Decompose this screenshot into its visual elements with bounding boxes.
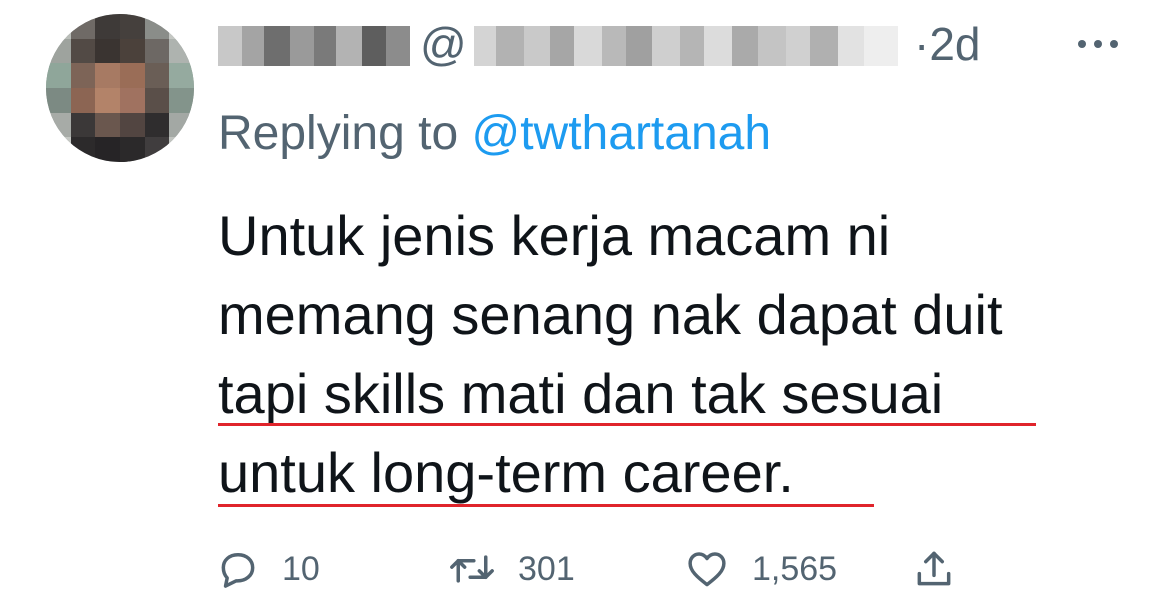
tweet-text-line: tapi skills mati dan tak sesuai <box>218 362 944 425</box>
like-count: 1,565 <box>752 550 838 588</box>
retweet-count: 301 <box>518 550 575 588</box>
tweet-actions-bar: 10 301 1,565 <box>0 541 1170 597</box>
share-button[interactable] <box>912 541 956 597</box>
timestamp[interactable]: ·2d <box>914 14 980 74</box>
tweet-card[interactable]: @ ·2d Replying to @twthartanah Untuk jen… <box>0 0 1170 606</box>
reply-count: 10 <box>282 550 320 588</box>
reply-to-handle-link[interactable]: @twthartanah <box>471 107 771 160</box>
tweet-text: Untuk jenis kerja macam ni memang senang… <box>218 196 1003 512</box>
replying-to-line: Replying to @twthartanah <box>218 102 771 166</box>
retweet-button[interactable]: 301 <box>448 541 575 597</box>
author-name-redacted[interactable] <box>218 26 410 66</box>
handle-redacted[interactable] <box>474 26 902 66</box>
tweet-text-line: memang senang nak dapat duit <box>218 283 1003 346</box>
replying-to-label: Replying to <box>218 107 459 160</box>
avatar-pixelated-image <box>46 14 194 162</box>
heart-icon <box>688 552 726 587</box>
red-underline-annotation <box>218 423 1036 426</box>
tweet-text-line: Untuk jenis kerja macam ni <box>218 204 891 267</box>
red-underline-annotation <box>218 504 874 507</box>
speech-bubble-icon <box>221 552 255 588</box>
tweet-text-line: untuk long-term career. <box>218 441 794 504</box>
handle-at-sign: @ <box>420 18 467 70</box>
avatar[interactable] <box>46 14 194 162</box>
reply-button[interactable]: 10 <box>216 541 320 597</box>
like-button[interactable]: 1,565 <box>684 541 837 597</box>
share-upload-icon <box>917 551 951 586</box>
retweet-arrows-icon <box>450 555 494 583</box>
more-horizontal-icon <box>1078 40 1118 48</box>
more-options-button[interactable] <box>1068 22 1128 66</box>
